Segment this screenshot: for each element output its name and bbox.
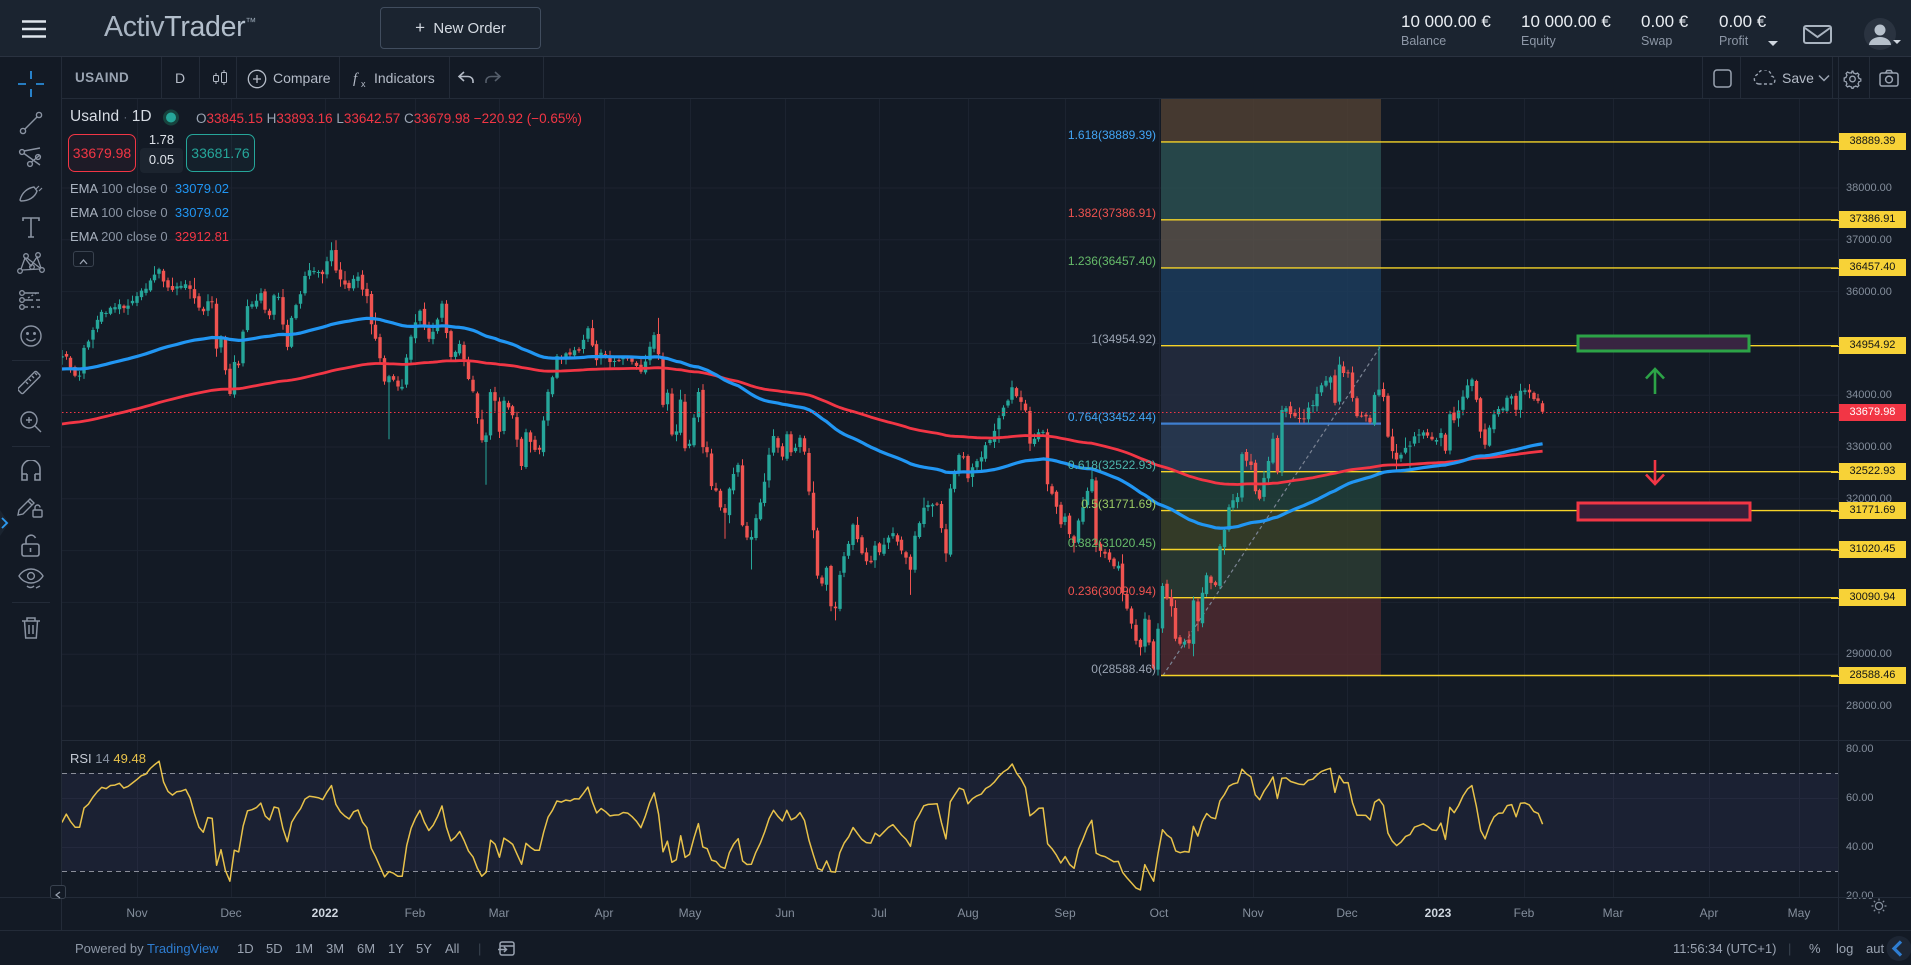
svg-text:x: x: [361, 79, 366, 89]
svg-text:f: f: [353, 71, 359, 87]
